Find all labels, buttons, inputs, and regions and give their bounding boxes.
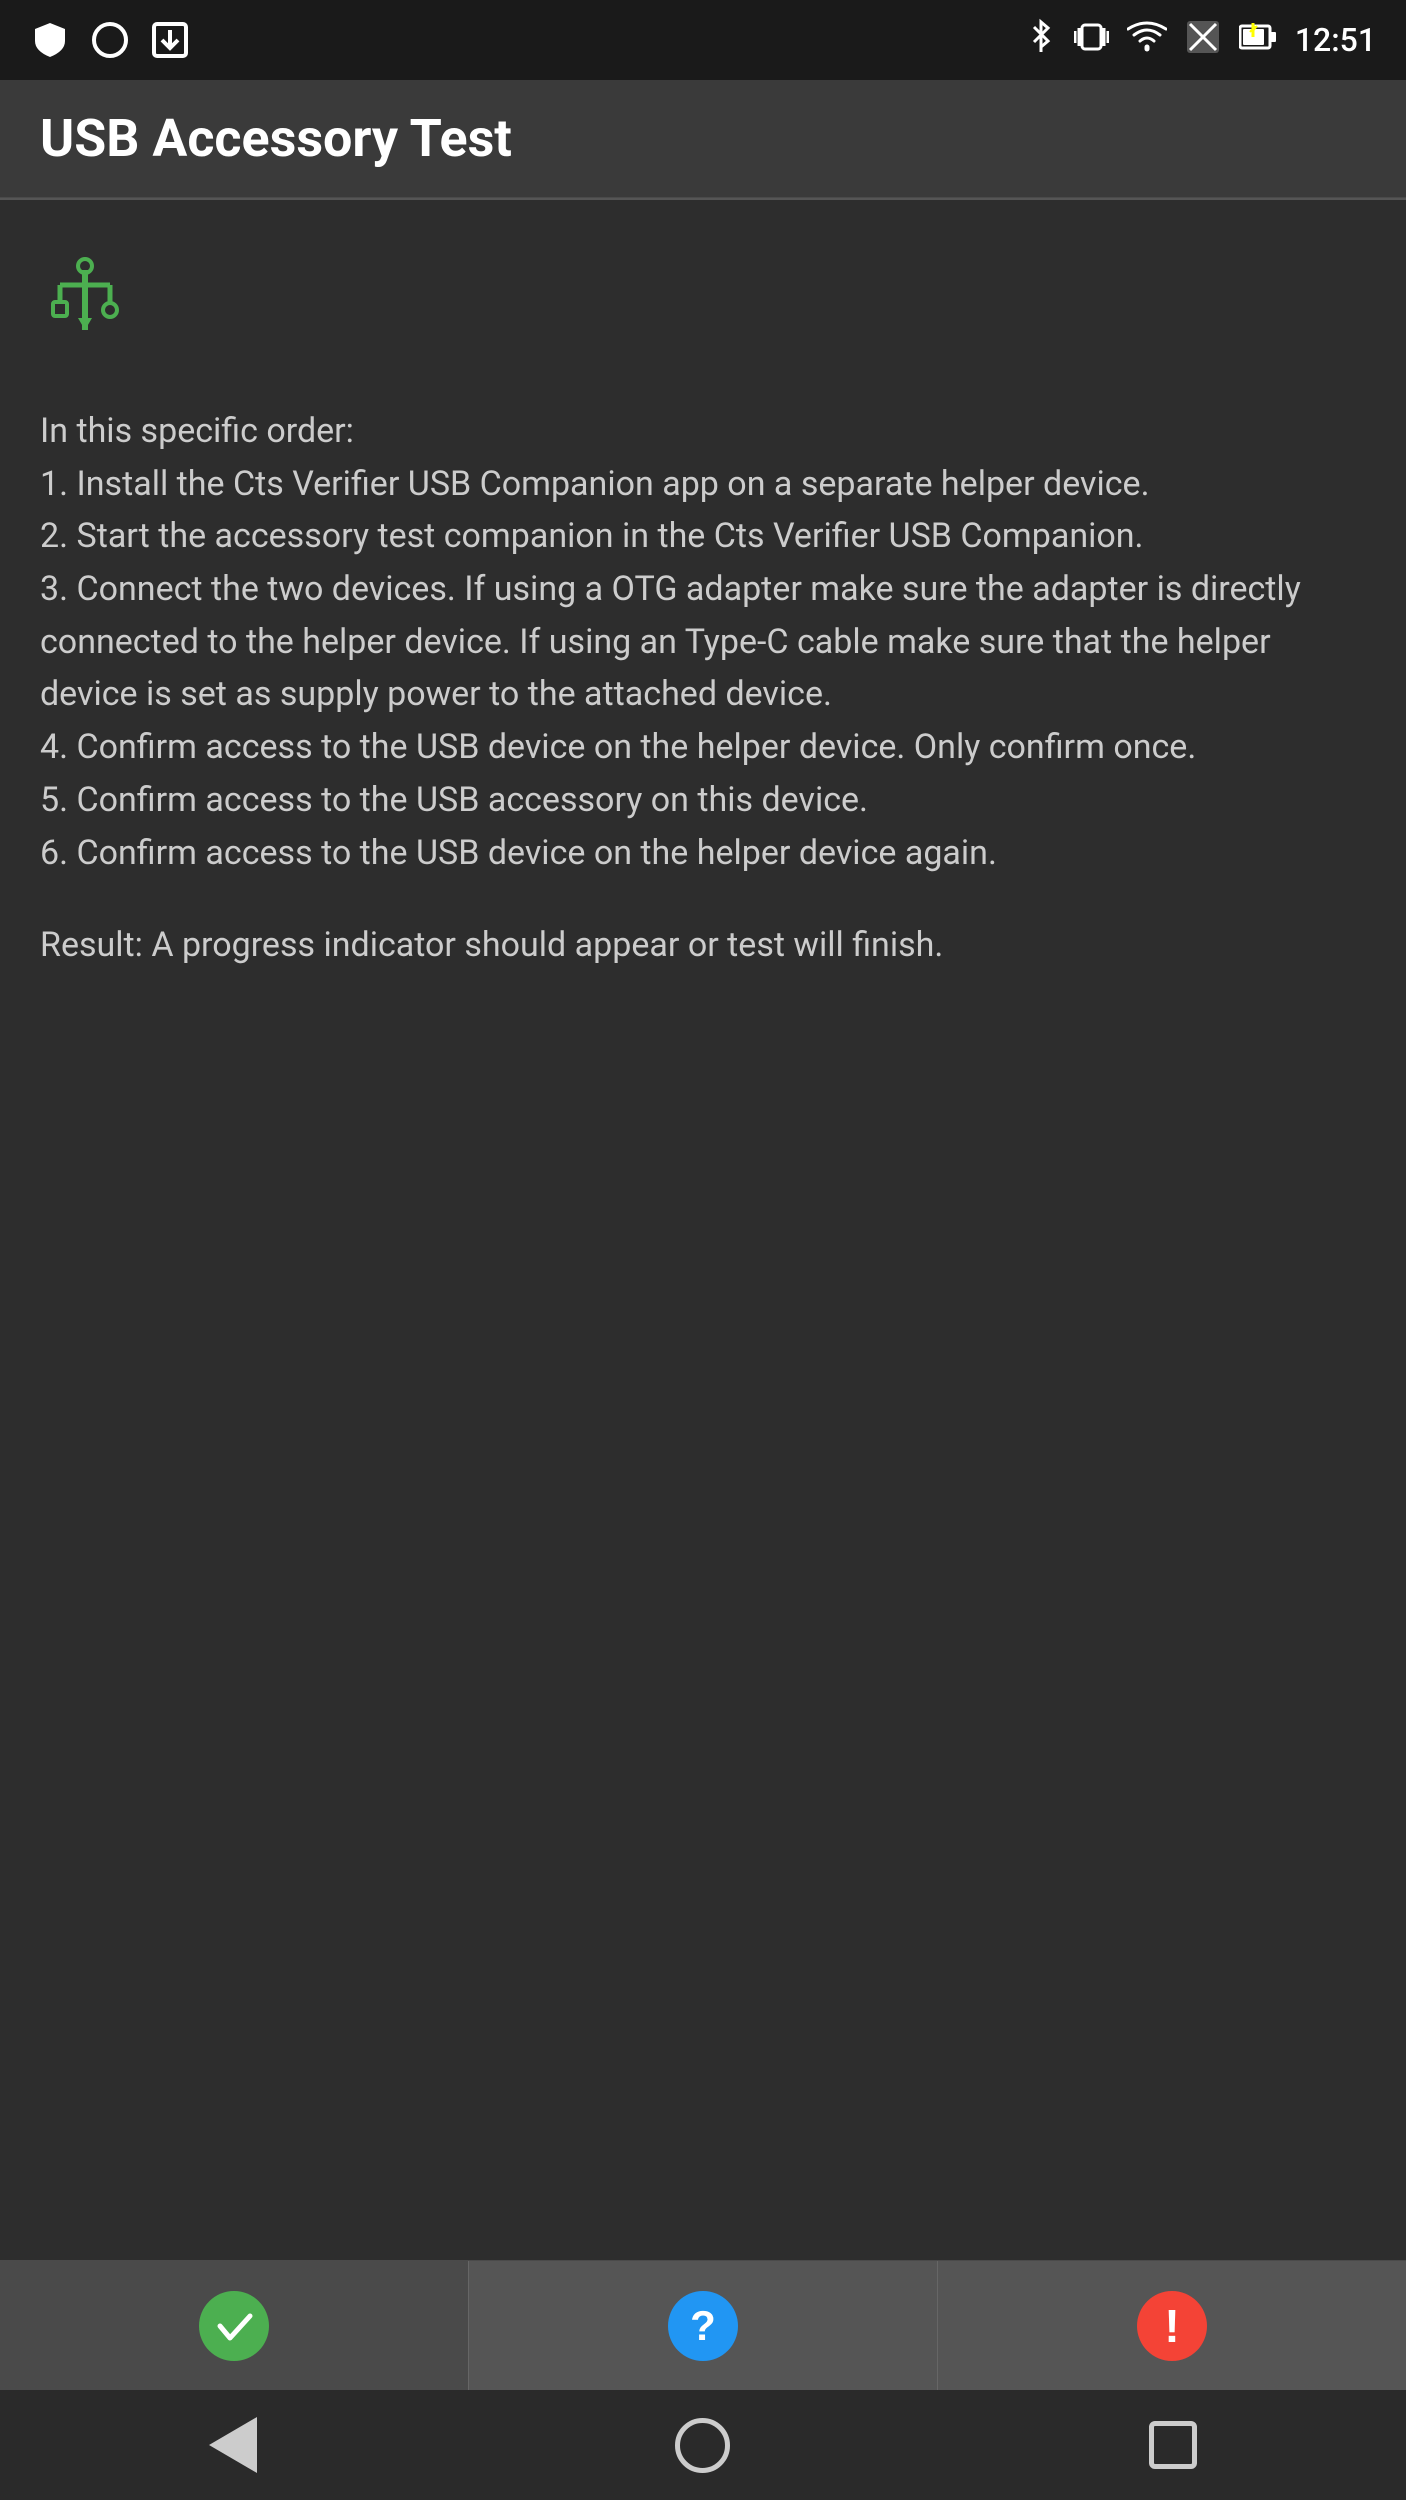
pass-button[interactable]: [0, 2261, 469, 2390]
status-bar-right-icons: 12:51: [1026, 17, 1376, 64]
usb-icon: [40, 250, 130, 365]
nav-back-button[interactable]: [209, 2417, 257, 2473]
recent-icon: [1149, 2421, 1197, 2469]
fail-button[interactable]: !: [938, 2261, 1406, 2390]
app-bar: USB Accessory Test: [0, 80, 1406, 198]
recording-icon: [90, 20, 130, 60]
home-icon: [675, 2418, 730, 2473]
info-icon: ?: [668, 2291, 738, 2361]
result-text: Result: A progress indicator should appe…: [40, 919, 1366, 972]
no-signal-icon: [1185, 19, 1221, 62]
vibrate-icon: [1074, 17, 1109, 64]
back-icon: [209, 2417, 257, 2473]
info-button[interactable]: ?: [469, 2261, 938, 2390]
status-bar-left-icons: [30, 20, 190, 60]
status-bar: 12:51: [0, 0, 1406, 80]
nav-home-button[interactable]: [675, 2418, 730, 2473]
app-title: USB Accessory Test: [40, 108, 1366, 169]
shield-icon: [30, 20, 70, 60]
nav-recent-button[interactable]: [1149, 2421, 1197, 2469]
download-icon: [150, 20, 190, 60]
nav-bar[interactable]: [0, 2390, 1406, 2500]
instructions-text: In this specific order: 1. Install the C…: [40, 405, 1366, 2230]
wifi-icon: [1127, 19, 1167, 61]
fail-icon: !: [1137, 2291, 1207, 2361]
main-content: In this specific order: 1. Install the C…: [0, 200, 1406, 2260]
battery-icon: [1239, 19, 1277, 62]
bottom-action-bar[interactable]: ? !: [0, 2260, 1406, 2390]
usb-icon-container: [40, 250, 1366, 365]
status-time: 12:51: [1295, 21, 1376, 59]
pass-icon: [199, 2291, 269, 2361]
bluetooth-icon: [1026, 17, 1056, 64]
